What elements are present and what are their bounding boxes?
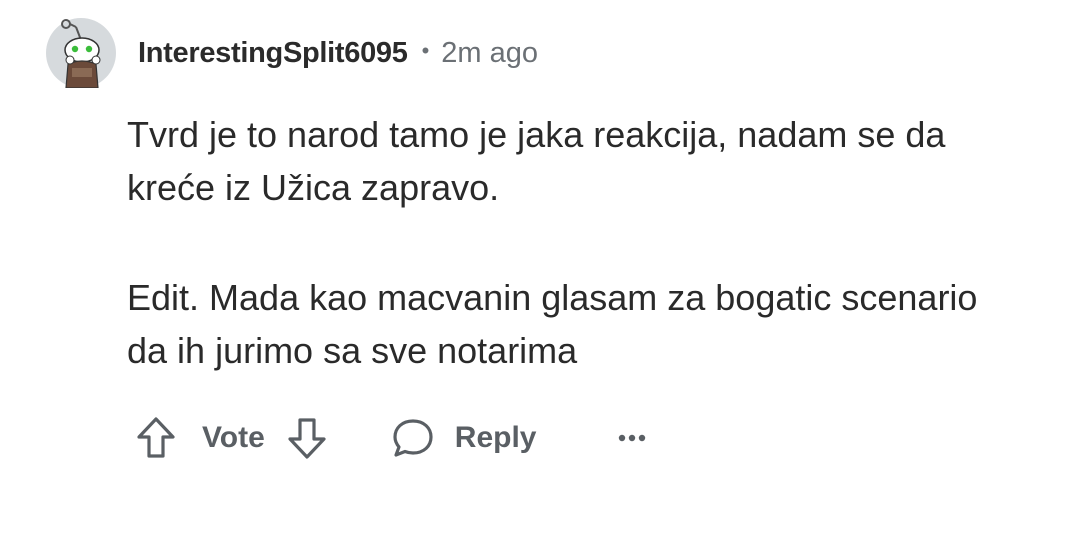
arrow-down-outline-icon[interactable]: [287, 416, 327, 460]
snoo-avatar-icon[interactable]: [46, 18, 116, 89]
meta-separator: •: [421, 38, 430, 63]
vote-label: Vote: [202, 421, 265, 454]
comment-action-bar: Vote Reply: [136, 410, 647, 466]
comment-header: InterestingSplit6095 • 2m ago: [46, 18, 539, 89]
comment-paragraph: Edit. Mada kao macvanin glasam za bogati…: [127, 277, 978, 371]
author-username[interactable]: InterestingSplit6095: [138, 37, 408, 70]
comment: InterestingSplit6095 • 2m ago Tvrd je to…: [0, 0, 1080, 536]
speech-bubble-icon: [391, 417, 435, 459]
arrow-up-outline-icon[interactable]: [136, 416, 176, 460]
comment-timestamp: 2m ago: [441, 36, 539, 69]
ellipsis-icon: [617, 433, 647, 443]
reply-button[interactable]: Reply: [391, 417, 537, 459]
vote-group: Vote: [136, 416, 327, 460]
reply-label: Reply: [454, 421, 537, 454]
comment-paragraph: Tvrd je to narod tamo je jaka reakcija, …: [127, 114, 946, 208]
comment-body: Tvrd je to narod tamo je jaka reakcija, …: [127, 108, 1027, 434]
more-options-button[interactable]: [617, 433, 647, 443]
